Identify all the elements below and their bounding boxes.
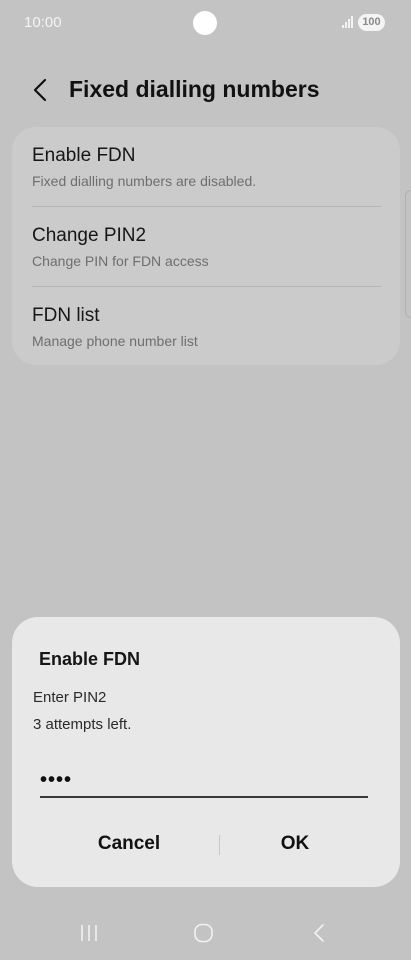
- settings-item-enable-fdn[interactable]: Enable FDN Fixed dialling numbers are di…: [12, 127, 400, 206]
- camera-cutout: [193, 11, 217, 35]
- settings-card: Enable FDN Fixed dialling numbers are di…: [12, 127, 400, 365]
- status-bar: 10:00 100: [0, 0, 411, 46]
- page-title: Fixed dialling numbers: [69, 76, 320, 102]
- settings-item-title: Enable FDN: [32, 145, 136, 166]
- cancel-button[interactable]: Cancel: [39, 824, 219, 864]
- signal-icon: [342, 16, 353, 28]
- battery-icon: 100: [358, 14, 385, 31]
- recent-apps-icon[interactable]: [77, 922, 101, 944]
- edge-panel-handle[interactable]: [405, 190, 411, 318]
- navigation-bar: [0, 910, 411, 956]
- settings-item-subtitle: Change PIN for FDN access: [32, 253, 209, 269]
- dialog-message-attempts: 3 attempts left.: [33, 716, 132, 733]
- settings-item-subtitle: Fixed dialling numbers are disabled.: [32, 173, 257, 189]
- pin2-input[interactable]: [40, 764, 368, 798]
- enable-fdn-dialog: Enable FDN Enter PIN2 3 attempts left. C…: [12, 617, 400, 887]
- dialog-message-prompt: Enter PIN2: [33, 689, 107, 706]
- status-time: 10:00: [24, 14, 62, 31]
- app-header: Fixed dialling numbers: [0, 66, 411, 116]
- back-arrow-icon: [33, 78, 47, 102]
- settings-item-fdn-list[interactable]: FDN list Manage phone number list: [12, 287, 400, 366]
- dialog-title: Enable FDN: [39, 649, 141, 669]
- back-button[interactable]: [26, 76, 54, 104]
- settings-item-subtitle: Manage phone number list: [32, 333, 198, 349]
- ok-button[interactable]: OK: [205, 824, 385, 864]
- back-icon[interactable]: [309, 922, 333, 944]
- home-icon[interactable]: [192, 922, 216, 944]
- settings-item-change-pin2[interactable]: Change PIN2 Change PIN for FDN access: [12, 207, 400, 286]
- settings-item-title: Change PIN2: [32, 225, 147, 246]
- settings-item-title: FDN list: [32, 305, 100, 326]
- battery-level: 100: [362, 16, 381, 28]
- screen: 10:00 100 Fixed dialling numbers Enable …: [0, 0, 411, 960]
